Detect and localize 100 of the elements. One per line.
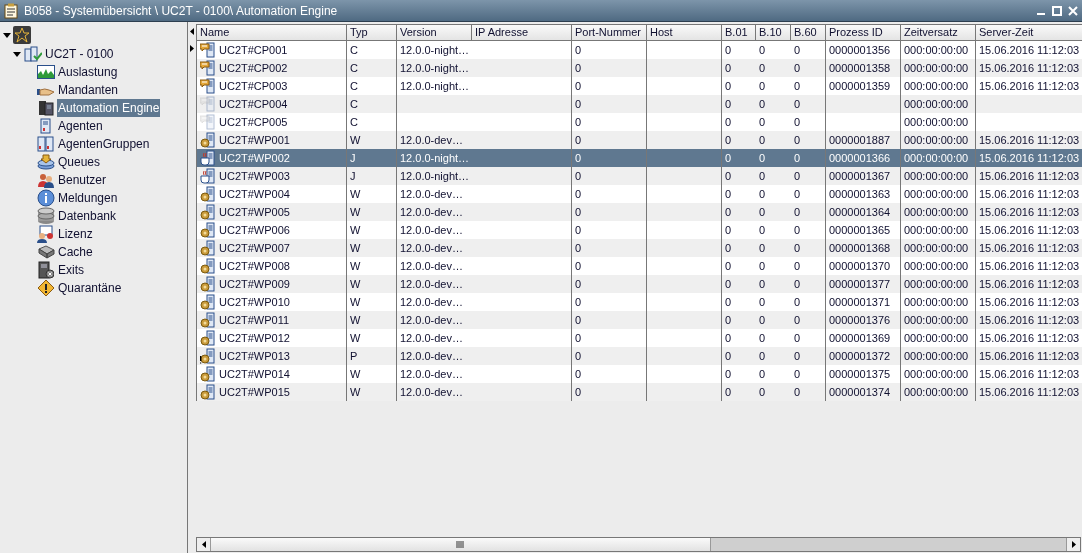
tree-item[interactable]: Automation Engine [57, 99, 161, 117]
table-cell-text: J [350, 168, 356, 184]
tree-item[interactable]: Auslastung [57, 63, 119, 81]
column-header[interactable]: IP Adresse [472, 25, 572, 41]
tree-item[interactable]: Exits [57, 261, 85, 279]
table-row[interactable]: UC2T#WP010 W 12.0.0-dev… 0 0 0 0 0000001371 000:00:00:00 15.06.2016 11:12:03 [197, 293, 1082, 311]
table-row[interactable]: UC2T#WP011 W 12.0.0-dev… 0 0 0 0 0000001376 000:00:00:00 15.06.2016 11:12:03 [197, 311, 1082, 329]
table-cell-text: 000:00:00:00 [904, 60, 969, 76]
table-row[interactable]: UC2T#WP009 W 12.0.0-dev… 0 0 0 0 0000001377 000:00:00:00 15.06.2016 11:12:03 [197, 275, 1082, 293]
column-header[interactable]: Version [397, 25, 472, 41]
scroll-right-button[interactable] [1066, 538, 1080, 551]
table-cell-text: 0 [725, 276, 732, 292]
table-cell-text: 000:00:00:00 [904, 276, 969, 292]
table-cell-text: UC2T#WP015 [219, 384, 290, 400]
star-logo-icon[interactable] [13, 26, 31, 44]
info-icon [37, 189, 55, 207]
tree-item[interactable]: Cache [57, 243, 94, 261]
table-row[interactable]: UC2T#CP005 C 0 0 0 0 000:00:00:00 [197, 113, 1082, 131]
table-cell-text: 12.0.0-night… [400, 60, 470, 76]
table-row[interactable]: UC2T#WP007 W 12.0.0-dev… 0 0 0 0 0000001368 000:00:00:00 15.06.2016 11:12:03 [197, 239, 1082, 257]
table-row[interactable]: UC2T#WP012 W 12.0.0-dev… 0 0 0 0 0000001369 000:00:00:00 15.06.2016 11:12:03 [197, 329, 1082, 347]
table-cell-text: 12.0.0-dev… [400, 384, 463, 400]
table-cell-text: 15.06.2016 11:12:03 [979, 330, 1080, 346]
table-cell-text: 0 [575, 276, 582, 292]
scroll-left-button[interactable] [197, 538, 211, 551]
column-header[interactable]: Zeitversatz [901, 25, 976, 41]
table-cell-text: 0 [575, 132, 582, 148]
column-header[interactable]: B.10 [756, 25, 791, 41]
table-cell-text: 000:00:00:00 [904, 240, 969, 256]
table-cell-text: W [350, 330, 361, 346]
table-cell-text: 12.0.0-dev… [400, 348, 463, 364]
table-cell-text: 0 [725, 186, 732, 202]
table-cell-text: 15.06.2016 11:12:03 [979, 312, 1080, 328]
table-cell-text: 0 [759, 222, 766, 238]
tree-item[interactable]: UC2T - 0100 [45, 45, 114, 63]
tree-item[interactable]: Agenten [57, 117, 104, 135]
left-arrow-icon[interactable] [190, 28, 194, 35]
table-row[interactable]: UC2T#WP014 W 12.0.0-dev… 0 0 0 0 0000001375 000:00:00:00 15.06.2016 11:12:03 [197, 365, 1082, 383]
right-arrow-icon[interactable] [190, 45, 194, 52]
table-cell-text: 0 [575, 258, 582, 274]
table-row[interactable]: UC2T#CP003 C 12.0.0-night… 0 0 0 0 0000001359 000:00:00:00 15.06.2016 11:12:03 [197, 77, 1082, 95]
table-cell-text: 0 [575, 330, 582, 346]
table-row[interactable]: UC2T#WP006 W 12.0.0-dev… 0 0 0 0 0000001365 000:00:00:00 15.06.2016 11:12:03 [197, 221, 1082, 239]
table-cell-text: 0000001370 [829, 258, 891, 274]
table-row[interactable]: UC2T#WP002 J 12.0.0-night… 0 0 0 0 0000001366 000:00:00:00 15.06.2016 11:12:03 [197, 149, 1082, 167]
table-cell-text: 000:00:00:00 [904, 114, 969, 130]
table-cell-text: 0 [794, 114, 801, 130]
table-cell-text: 12.0.0-dev… [400, 330, 463, 346]
close-icon[interactable] [1068, 5, 1078, 16]
column-header[interactable]: B.01 [722, 25, 756, 41]
column-header[interactable]: Typ [347, 25, 397, 41]
scroll-thumb[interactable] [211, 538, 711, 551]
table-cell-text: 0 [794, 258, 801, 274]
table-cell-text: W [350, 276, 361, 292]
table-cell-text: 000:00:00:00 [904, 186, 969, 202]
table-cell-text: UC2T#WP011 [219, 312, 290, 328]
table-row[interactable]: UC2T#CP001 C 12.0.0-night… 0 0 0 0 0000001356 000:00:00:00 15.06.2016 11:12:03 [197, 41, 1082, 59]
table-cell-text: 0 [725, 366, 732, 382]
column-header[interactable]: Server-Zeit [976, 25, 1082, 41]
table-cell-text: 0 [794, 168, 801, 184]
table-cell-text: W [350, 204, 361, 220]
tree-item[interactable]: Lizenz [57, 225, 94, 243]
server-exit-icon [37, 261, 55, 279]
table-cell-text: 0 [725, 222, 732, 238]
table-row[interactable]: UC2T#WP001 W 12.0.0-dev… 0 0 0 0 0000001887 000:00:00:00 15.06.2016 11:12:03 [197, 131, 1082, 149]
table-cell-text: 0 [575, 150, 582, 166]
table-cell-text: 0 [794, 384, 801, 400]
expand-caret-icon[interactable] [3, 31, 11, 39]
tree-item[interactable]: Benutzer [57, 171, 108, 189]
tree-item[interactable]: Quarantäne [57, 279, 123, 297]
table-cell-text: 0000001366 [829, 150, 891, 166]
table-row[interactable]: UC2T#WP013 P 12.0.0-dev… 0 0 0 0 0000001372 000:00:00:00 15.06.2016 11:12:03 [197, 347, 1082, 365]
horizontal-scrollbar[interactable] [196, 537, 1081, 552]
table-cell-text: 0 [794, 240, 801, 256]
tree-item[interactable]: Mandanten [57, 81, 120, 99]
table-cell-text: 12.0.0-dev… [400, 222, 463, 238]
tree-item[interactable]: Datenbank [57, 207, 118, 225]
table-cell-text: 000:00:00:00 [904, 384, 969, 400]
table-cell-text: 000:00:00:00 [904, 222, 969, 238]
table-cell-text: UC2T#WP004 [219, 186, 290, 202]
column-header[interactable]: Port-Nummer [572, 25, 647, 41]
table-row[interactable]: UC2T#WP008 W 12.0.0-dev… 0 0 0 0 0000001370 000:00:00:00 15.06.2016 11:12:03 [197, 257, 1082, 275]
table-cell-text: UC2T#WP001 [219, 132, 290, 148]
table-cell-text: 0 [794, 294, 801, 310]
table-row[interactable]: UC2T#WP005 W 12.0.0-dev… 0 0 0 0 0000001364 000:00:00:00 15.06.2016 11:12:03 [197, 203, 1082, 221]
expand-caret-icon[interactable] [13, 50, 21, 58]
table-row[interactable]: UC2T#WP003 J 12.0.0-night… 0 0 0 0 0000001367 000:00:00:00 15.06.2016 11:12:03 [197, 167, 1082, 185]
tree-item[interactable]: Queues [57, 153, 102, 171]
table-row[interactable]: UC2T#CP002 C 12.0.0-night… 0 0 0 0 0000001358 000:00:00:00 15.06.2016 11:12:03 [197, 59, 1082, 77]
table-row[interactable]: UC2T#WP015 W 12.0.0-dev… 0 0 0 0 0000001374 000:00:00:00 15.06.2016 11:12:03 [197, 383, 1082, 401]
column-header[interactable]: Host [647, 25, 722, 41]
table-cell-text: 0 [794, 222, 801, 238]
table-cell-text: 15.06.2016 11:12:03 [979, 60, 1080, 76]
tree-item[interactable]: Meldungen [57, 189, 119, 207]
maximize-icon[interactable] [1052, 5, 1062, 16]
column-header[interactable]: B.60 [791, 25, 826, 41]
dark-server-icon [37, 100, 55, 116]
column-header[interactable]: Name [197, 25, 347, 41]
column-header[interactable]: Prozess ID [826, 25, 901, 41]
tree-item[interactable]: AgentenGruppen [57, 135, 151, 153]
